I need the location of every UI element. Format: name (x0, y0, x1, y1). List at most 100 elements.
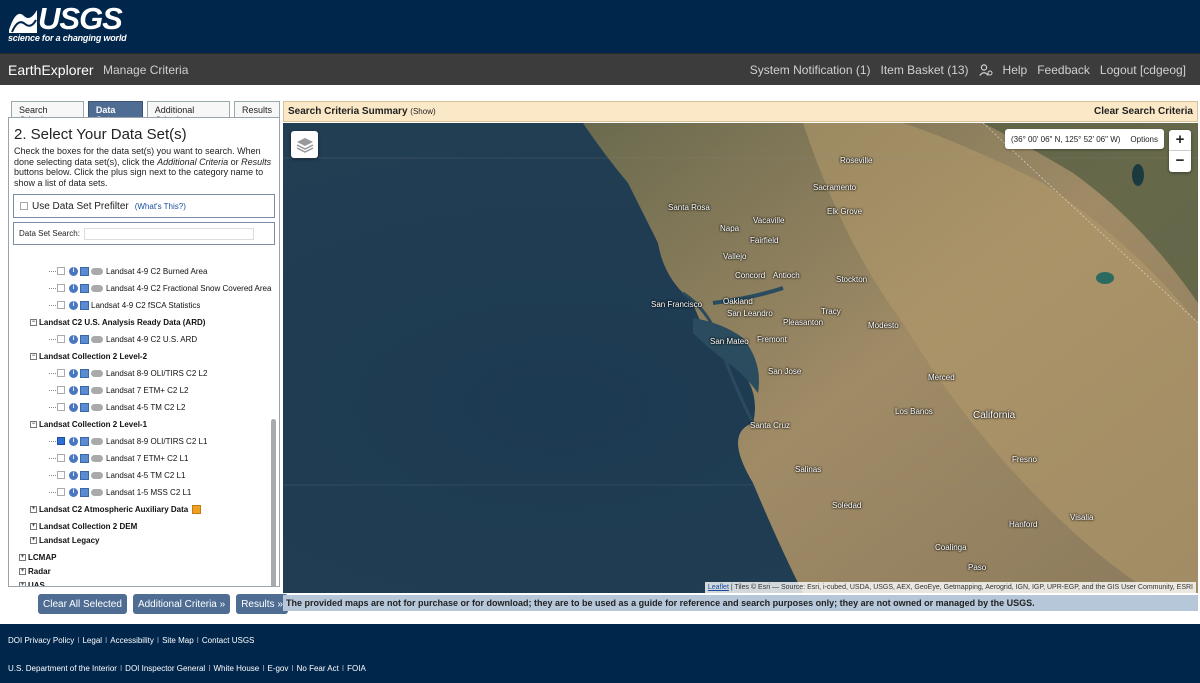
footer-link[interactable]: Legal (82, 636, 102, 645)
expand-icon[interactable]: + (30, 536, 37, 544)
item-basket-link[interactable]: Item Basket (13) (881, 63, 969, 77)
footer-link[interactable]: DOI Inspector General (125, 664, 205, 673)
footer-link[interactable]: DOI Privacy Policy (8, 636, 74, 645)
image-preview-icon[interactable] (80, 385, 89, 395)
tree-label[interactable]: Landsat C2 Atmospheric Auxiliary Data (39, 505, 188, 514)
user-settings-icon[interactable] (978, 64, 993, 76)
image-preview-icon[interactable] (80, 368, 89, 378)
image-preview-icon[interactable] (80, 453, 89, 463)
zoom-out-button[interactable]: − (1169, 151, 1191, 172)
system-notification-link[interactable]: System Notification (1) (750, 63, 871, 77)
help-link[interactable]: Help (1003, 63, 1028, 77)
image-preview-icon[interactable] (80, 487, 89, 497)
info-icon[interactable]: i (69, 402, 78, 412)
info-icon[interactable]: i (69, 266, 78, 276)
tree-label[interactable]: Landsat 4-5 TM C2 L2 (106, 403, 185, 412)
zoom-in-button[interactable]: + (1169, 130, 1191, 151)
tree-label[interactable]: Landsat 4-9 C2 Burned Area (106, 267, 207, 276)
expand-icon[interactable]: + (19, 553, 26, 561)
clear-search-criteria-link[interactable]: Clear Search Criteria (1094, 106, 1193, 117)
footer-link[interactable]: No Fear Act (297, 664, 339, 673)
footer-link[interactable]: Contact USGS (202, 636, 254, 645)
manage-criteria-link[interactable]: Manage Criteria (103, 63, 188, 77)
image-preview-icon[interactable] (80, 402, 89, 412)
image-preview-icon[interactable] (80, 470, 89, 480)
footer-link[interactable]: White House (213, 664, 259, 673)
expand-icon[interactable]: + (19, 581, 26, 586)
expand-icon[interactable]: + (30, 505, 37, 513)
info-icon[interactable]: i (69, 487, 78, 497)
tree-label[interactable]: Landsat Collection 2 Level-2 (39, 352, 147, 361)
logout-link[interactable]: Logout [cdgeog] (1100, 63, 1186, 77)
data-set-checkbox[interactable] (57, 386, 65, 394)
prefilter-checkbox[interactable] (20, 202, 28, 210)
tree-label[interactable]: Radar (28, 567, 51, 576)
info-icon[interactable]: i (69, 453, 78, 463)
whats-this-link[interactable]: (What's This?) (135, 202, 186, 211)
info-icon[interactable]: i (69, 300, 78, 310)
data-set-checkbox[interactable] (57, 403, 65, 411)
info-icon[interactable]: i (69, 334, 78, 344)
tab-additional-criteria[interactable]: Additional Criteria (146, 101, 230, 125)
data-set-checkbox[interactable] (57, 267, 65, 275)
tree-label[interactable]: Landsat 7 ETM+ C2 L1 (106, 454, 189, 463)
summary-show-link[interactable]: (Show) (410, 107, 435, 116)
image-preview-icon[interactable] (80, 436, 89, 446)
tree-label[interactable]: Landsat Legacy (39, 536, 99, 545)
tree-label[interactable]: Landsat 1-5 MSS C2 L1 (106, 488, 191, 497)
tree-label[interactable]: LCMAP (28, 553, 56, 562)
tree-label[interactable]: Landsat Collection 2 DEM (39, 522, 137, 531)
data-set-checkbox[interactable] (57, 471, 65, 479)
app-title[interactable]: EarthExplorer (8, 62, 94, 78)
footer-link[interactable]: U.S. Department of the Interior (8, 664, 117, 673)
footer-link[interactable]: Site Map (162, 636, 194, 645)
tree-label[interactable]: Landsat 4-9 C2 Fractional Snow Covered A… (106, 284, 271, 293)
tree-label[interactable]: Landsat C2 U.S. Analysis Ready Data (ARD… (39, 318, 205, 327)
satellite-map[interactable]: (36° 00' 06" N, 125° 52' 06" W) Options … (283, 123, 1198, 593)
info-icon[interactable]: i (69, 385, 78, 395)
image-preview-icon[interactable] (80, 334, 89, 344)
map-options-link[interactable]: Options (1130, 135, 1158, 144)
data-set-checkbox[interactable] (57, 437, 65, 445)
footer-link[interactable]: Accessibility (110, 636, 154, 645)
feedback-link[interactable]: Feedback (1037, 63, 1090, 77)
additional-criteria-button[interactable]: Additional Criteria » (132, 594, 231, 614)
tree-label[interactable]: Landsat 8-9 OLI/TIRS C2 L1 (106, 437, 207, 446)
tree-label[interactable]: Landsat 4-5 TM C2 L1 (106, 471, 185, 480)
layers-button[interactable] (291, 131, 318, 158)
tree-label[interactable]: Landsat 7 ETM+ C2 L2 (106, 386, 189, 395)
expand-icon[interactable]: + (30, 522, 37, 530)
data-set-checkbox[interactable] (57, 454, 65, 462)
data-set-checkbox[interactable] (57, 335, 65, 343)
collapse-icon[interactable]: − (30, 352, 37, 360)
tree-scrollbar[interactable] (271, 419, 276, 586)
data-set-checkbox[interactable] (57, 488, 65, 496)
leaflet-link[interactable]: Leaflet (708, 584, 729, 591)
tree-label[interactable]: Landsat 8-9 OLI/TIRS C2 L2 (106, 369, 207, 378)
info-icon[interactable]: i (69, 368, 78, 378)
expand-icon[interactable]: + (19, 567, 26, 575)
info-icon[interactable]: i (69, 283, 78, 293)
tab-data-sets[interactable]: Data Sets (87, 101, 143, 125)
tree-label[interactable]: UAS (28, 581, 45, 587)
tab-results[interactable]: Results (233, 101, 280, 118)
footer-link[interactable]: FOIA (347, 664, 366, 673)
info-icon[interactable]: i (69, 470, 78, 480)
image-preview-icon[interactable] (80, 300, 89, 310)
clear-all-selected-button[interactable]: Clear All Selected (38, 594, 127, 614)
tab-search-criteria[interactable]: Search Criteria (11, 101, 84, 125)
data-set-checkbox[interactable] (57, 284, 65, 292)
tree-label[interactable]: Landsat Collection 2 Level-1 (39, 420, 147, 429)
image-preview-icon[interactable] (80, 266, 89, 276)
tree-label[interactable]: Landsat 4-9 C2 U.S. ARD (106, 335, 197, 344)
usgs-logo[interactable]: USGS science for a changing world (8, 3, 127, 43)
data-set-checkbox[interactable] (57, 301, 65, 309)
results-button[interactable]: Results » (236, 594, 288, 614)
collapse-icon[interactable]: − (30, 318, 37, 326)
image-preview-icon[interactable] (80, 283, 89, 293)
data-set-checkbox[interactable] (57, 369, 65, 377)
data-set-search-input[interactable] (83, 227, 254, 240)
tree-label[interactable]: Landsat 4-9 C2 fSCA Statistics (91, 301, 200, 310)
collapse-icon[interactable]: − (30, 420, 37, 428)
footer-link[interactable]: E-gov (267, 664, 288, 673)
